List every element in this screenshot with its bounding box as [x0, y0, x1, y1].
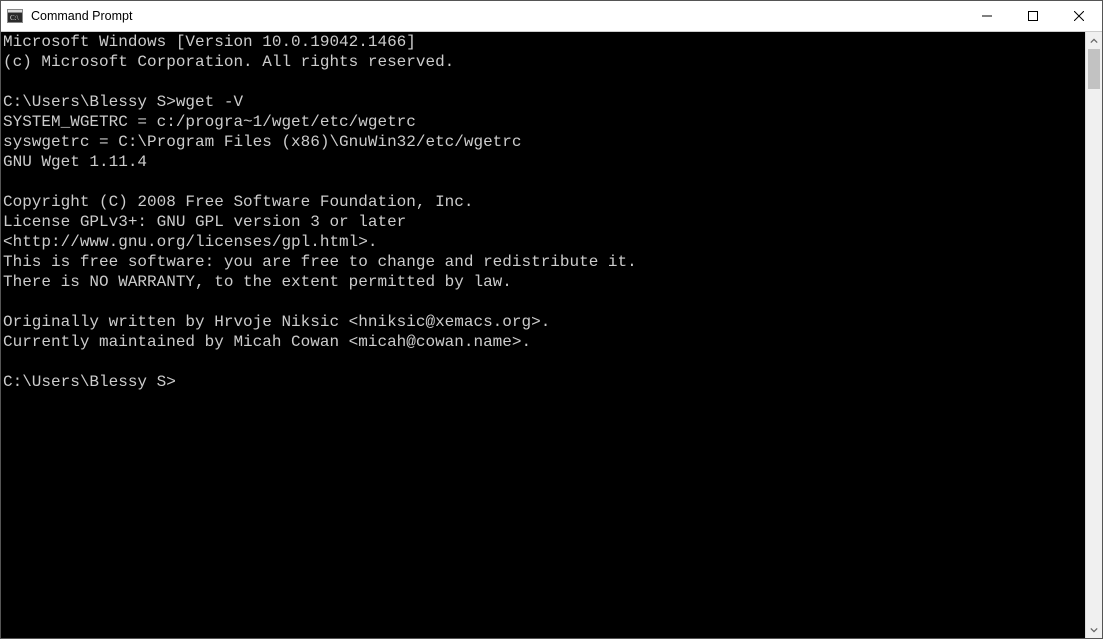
svg-text:C:\: C:\	[10, 14, 19, 22]
minimize-button[interactable]	[964, 1, 1010, 31]
maximize-button[interactable]	[1010, 1, 1056, 31]
terminal-output[interactable]: Microsoft Windows [Version 10.0.19042.14…	[1, 32, 1085, 638]
window-title: Command Prompt	[29, 9, 132, 23]
command-prompt-window: C:\ Command Prompt Microsoft Windows [Ve…	[0, 0, 1103, 639]
scrollbar-thumb[interactable]	[1088, 49, 1100, 89]
cmd-app-icon: C:\	[7, 8, 23, 24]
titlebar-left: C:\ Command Prompt	[1, 8, 132, 24]
close-button[interactable]	[1056, 1, 1102, 31]
vertical-scrollbar[interactable]	[1085, 32, 1102, 638]
scrollbar-track[interactable]	[1086, 49, 1102, 621]
window-control-buttons	[964, 1, 1102, 31]
client-area: Microsoft Windows [Version 10.0.19042.14…	[1, 32, 1102, 638]
titlebar[interactable]: C:\ Command Prompt	[1, 1, 1102, 32]
scroll-up-button[interactable]	[1086, 32, 1102, 49]
scroll-down-button[interactable]	[1086, 621, 1102, 638]
